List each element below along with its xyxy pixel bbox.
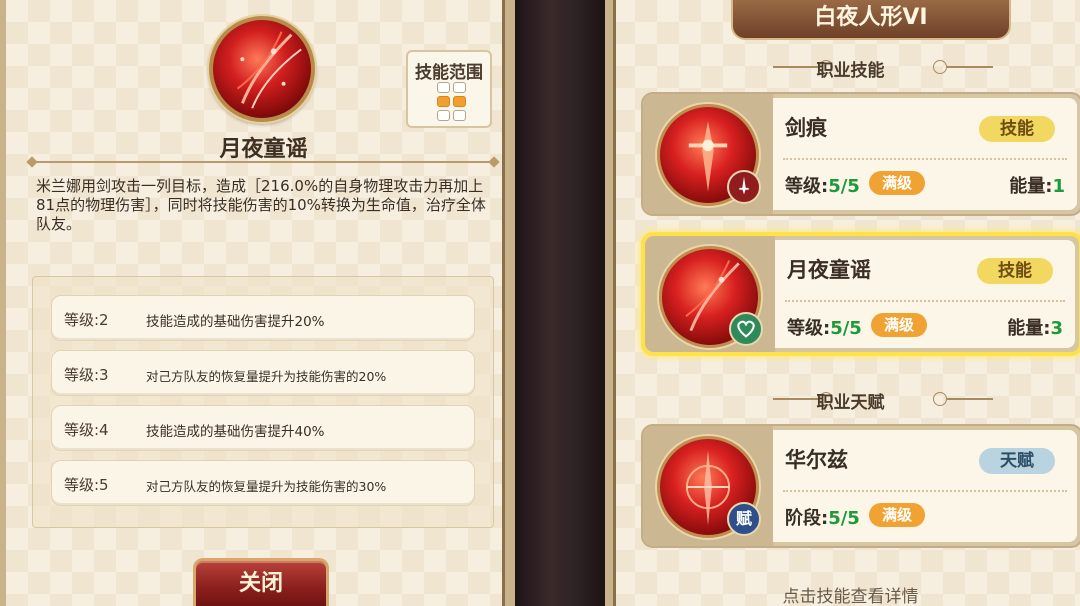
range-cell-active bbox=[437, 96, 450, 107]
skill-range-title: 技能范围 bbox=[415, 63, 483, 83]
range-cell bbox=[453, 110, 466, 121]
skill-tag: 技能 bbox=[977, 258, 1053, 284]
title-divider bbox=[26, 156, 500, 168]
energy-value: 3 bbox=[1050, 318, 1063, 339]
card-talent-name: 华尔兹 bbox=[785, 448, 848, 472]
max-level-tag: 满级 bbox=[869, 503, 925, 527]
skill-card-moon-lullaby[interactable]: 月夜童谣 技能 等级:5/5 满级 能量:3 bbox=[641, 232, 1080, 356]
card-icon-area bbox=[645, 236, 775, 352]
level-row: 等级:3 对己方队友的恢复量提升为技能伤害的20% bbox=[51, 350, 475, 396]
level-effect: 对己方队友的恢复量提升为技能伤害的30% bbox=[146, 479, 387, 494]
dotted-divider bbox=[783, 490, 1067, 492]
stage-value: 5/5 bbox=[828, 508, 860, 529]
skill-tag: 技能 bbox=[979, 116, 1055, 142]
energy-label: 能量: bbox=[1007, 318, 1051, 339]
close-button[interactable]: 关闭 bbox=[193, 558, 329, 606]
skill-description: 米兰娜用剑攻击一列目标，造成［216.0%的自身物理攻击力再加上81点的物理伤害… bbox=[36, 177, 486, 233]
card-info: 剑痕 技能 等级:5/5 满级 能量:1 bbox=[773, 98, 1077, 210]
level-value: 5/5 bbox=[830, 318, 862, 339]
range-cell bbox=[437, 110, 450, 121]
section-title-skills: 职业技能 bbox=[816, 61, 885, 81]
class-banner: 白夜人形VI bbox=[731, 0, 1011, 40]
level-value: 5/5 bbox=[828, 176, 860, 197]
level-label: 等级:3 bbox=[64, 366, 109, 384]
dotted-divider bbox=[785, 300, 1065, 302]
talent-badge-icon: 赋 bbox=[727, 502, 761, 536]
level-label: 等级: bbox=[787, 318, 831, 339]
class-skills-panel: 白夜人形VI 职业技能 剑痕 技能 等级:5/5 满级 能量:1 月夜童谣 技能… bbox=[605, 0, 1080, 606]
skill-range-box: 技能范围 bbox=[406, 50, 492, 128]
level-effect: 技能造成的基础伤害提升20% bbox=[146, 314, 325, 330]
level-effect: 对己方队友的恢复量提升为技能伤害的20% bbox=[146, 369, 387, 384]
ornament-right bbox=[933, 60, 993, 74]
card-icon-area: 赋 bbox=[643, 426, 773, 546]
max-level-tag: 满级 bbox=[869, 171, 925, 195]
level-label: 等级:4 bbox=[64, 421, 109, 439]
level-row: 等级:4 技能造成的基础伤害提升40% bbox=[51, 405, 475, 451]
talent-card-waltz[interactable]: 赋 华尔兹 天赋 阶段:5/5 满级 bbox=[641, 424, 1080, 548]
level-label: 等级: bbox=[785, 176, 829, 197]
max-level-tag: 满级 bbox=[871, 313, 927, 337]
level-row: 等级:2 技能造成的基础伤害提升20% bbox=[51, 295, 475, 341]
skill-icon-moon-lullaby bbox=[209, 16, 315, 122]
level-effect: 技能造成的基础伤害提升40% bbox=[146, 424, 325, 440]
card-skill-name: 剑痕 bbox=[785, 116, 827, 140]
range-cell bbox=[437, 82, 450, 93]
skill-card-sword-scar[interactable]: 剑痕 技能 等级:5/5 满级 能量:1 bbox=[641, 92, 1080, 216]
card-energy: 能量:1 bbox=[1009, 172, 1065, 198]
card-info: 月夜童谣 技能 等级:5/5 满级 能量:3 bbox=[775, 240, 1075, 348]
card-info: 华尔兹 天赋 阶段:5/5 满级 bbox=[773, 430, 1077, 542]
talent-tag: 天赋 bbox=[979, 448, 1055, 474]
card-stage: 阶段:5/5 bbox=[785, 504, 860, 530]
level-effects-list: 等级:2 技能造成的基础伤害提升20% 等级:3 对己方队友的恢复量提升为技能伤… bbox=[32, 276, 494, 528]
skill-range-grid bbox=[437, 82, 467, 121]
card-icon-area bbox=[643, 94, 773, 214]
card-skill-name: 月夜童谣 bbox=[787, 258, 871, 282]
energy-label: 能量: bbox=[1009, 176, 1053, 197]
section-title-talent: 职业天赋 bbox=[816, 393, 885, 413]
detail-hint: 点击技能查看详情 bbox=[782, 587, 919, 606]
level-label: 等级:5 bbox=[64, 476, 109, 494]
stage-label: 阶段: bbox=[785, 508, 829, 529]
level-row: 等级:5 对己方队友的恢复量提升为技能伤害的30% bbox=[51, 460, 475, 506]
card-level: 等级:5/5 bbox=[785, 172, 860, 198]
dotted-divider bbox=[783, 158, 1067, 160]
background-divider bbox=[515, 0, 605, 606]
card-level: 等级:5/5 bbox=[787, 314, 862, 340]
range-cell bbox=[453, 82, 466, 93]
ornament-right bbox=[933, 392, 993, 406]
level-label: 等级:2 bbox=[64, 311, 109, 329]
skill-detail-panel: 技能范围 月夜童谣 米兰娜用剑攻击一列目标，造成［216.0%的自身物理攻击力再… bbox=[0, 0, 515, 606]
sword-badge-icon bbox=[727, 170, 761, 204]
card-energy: 能量:3 bbox=[1007, 314, 1063, 340]
heart-badge-icon bbox=[729, 312, 763, 346]
energy-value: 1 bbox=[1052, 176, 1065, 197]
range-cell-active bbox=[453, 96, 466, 107]
